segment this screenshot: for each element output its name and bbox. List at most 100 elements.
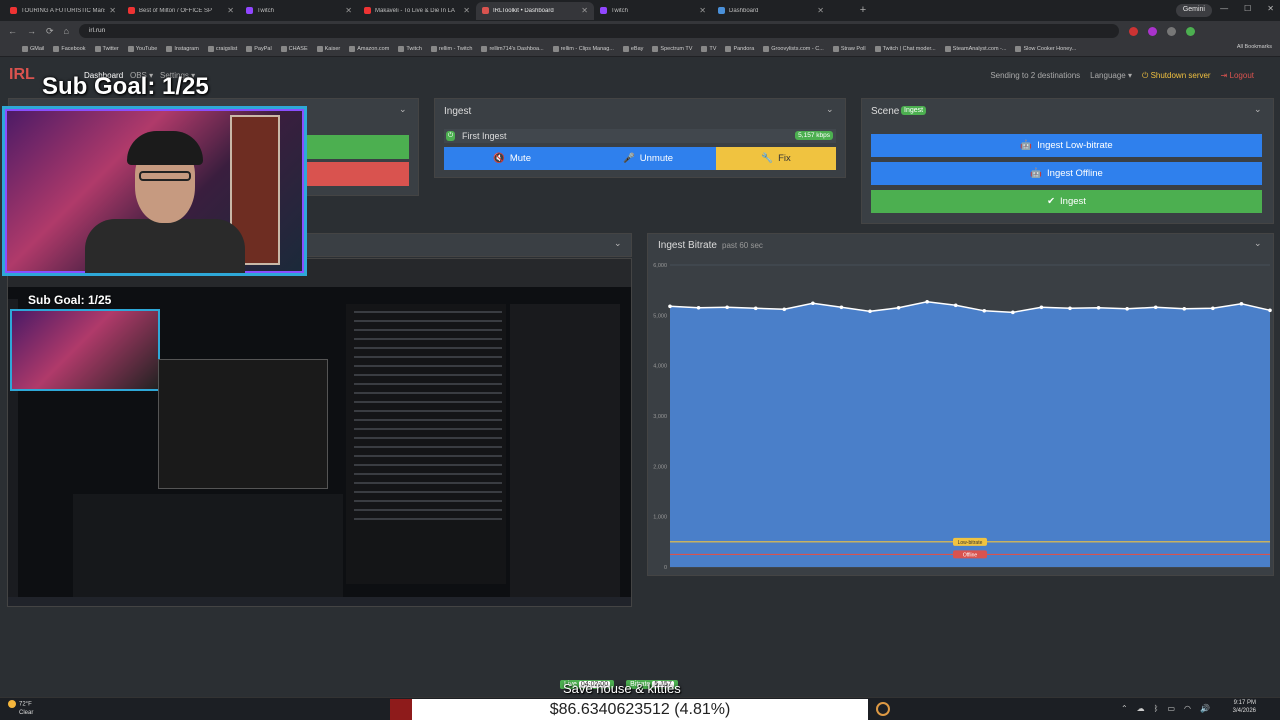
bookmark-item[interactable]: rellim - Twitch xyxy=(430,45,472,52)
bitrate-point xyxy=(1268,308,1272,313)
bookmark-item[interactable]: Kaiser xyxy=(316,45,340,52)
display-icon[interactable]: ▭ xyxy=(1167,704,1175,713)
extension-icon[interactable] xyxy=(1147,26,1157,36)
mute-button[interactable]: 🔇 Mute xyxy=(444,147,580,170)
bookmark-favicon-icon xyxy=(166,45,173,52)
logout-button[interactable]: ⇥ Logout xyxy=(1221,71,1254,81)
bookmark-label: Amazon.com xyxy=(357,45,390,52)
close-icon[interactable]: ✕ xyxy=(1267,4,1274,13)
gemini-button[interactable]: Gemini xyxy=(1175,4,1212,17)
wifi-icon[interactable]: ◠ xyxy=(1184,704,1191,713)
scene-offline-button[interactable]: 🤖 Ingest Offline xyxy=(871,162,1262,185)
new-tab-button[interactable]: + xyxy=(856,3,870,17)
browser-tab[interactable]: TOURING A FUTURISTIC Mansi ✕ xyxy=(4,2,122,20)
tab-close-icon[interactable]: ✕ xyxy=(109,6,116,15)
chevron-down-icon[interactable]: ⌄ xyxy=(399,104,407,115)
fix-button[interactable]: 🔧 Fix xyxy=(716,147,836,170)
maximize-icon[interactable]: ☐ xyxy=(1244,4,1251,13)
bookmark-item[interactable]: Amazon.com xyxy=(349,45,390,52)
home-icon[interactable]: ⌂ xyxy=(64,26,69,36)
bookmark-favicon-icon xyxy=(874,45,881,52)
browser-tab[interactable]: Twitch ✕ xyxy=(240,2,358,20)
bookmark-item[interactable]: CHASE xyxy=(280,45,308,52)
stop-button[interactable] xyxy=(305,162,409,186)
bitrate-point xyxy=(1096,305,1101,310)
bookmark-item[interactable]: TV xyxy=(701,45,716,52)
tab-close-icon[interactable]: ✕ xyxy=(817,6,824,15)
tab-close-icon[interactable]: ✕ xyxy=(227,6,234,15)
chevron-down-icon[interactable]: ⌄ xyxy=(1254,104,1262,115)
extension-icon[interactable] xyxy=(1166,26,1176,36)
url-input[interactable]: irl.run xyxy=(78,24,1119,38)
browser-tab[interactable]: Makaveli - To Live & Die In LA ✕ xyxy=(358,2,476,20)
volume-icon[interactable]: 🔊 xyxy=(1200,704,1210,713)
bookmark-item[interactable]: Spectrum TV xyxy=(652,45,692,52)
bookmark-item[interactable]: rellim - Clips Manag... xyxy=(552,45,614,52)
app-icon[interactable] xyxy=(876,702,890,716)
ingest-source-row: ⏻ First Ingest 5,157 kbps xyxy=(444,129,836,143)
bookmark-item[interactable]: eBay xyxy=(622,45,643,52)
language-dropdown[interactable]: Language ▾ xyxy=(1090,71,1132,81)
bookmark-item[interactable]: Groovylists.com - C... xyxy=(763,45,824,52)
minimize-icon[interactable]: — xyxy=(1220,4,1228,13)
bookmark-favicon-icon xyxy=(701,45,708,52)
bitrate-point xyxy=(1182,306,1187,311)
bookmark-item[interactable]: Straw Poll xyxy=(832,45,866,52)
weather-widget[interactable]: 72°F Clear xyxy=(8,700,33,717)
start-button[interactable] xyxy=(305,135,409,159)
bitrate-point xyxy=(1153,305,1158,310)
bitrate-badge: 5,157 kbps xyxy=(795,131,833,140)
bookmark-item[interactable]: SteamAnalyst.com -... xyxy=(944,45,1007,52)
bookmark-item[interactable]: PayPal xyxy=(246,45,272,52)
bookmark-item[interactable]: rellim714's Dashboa... xyxy=(481,45,544,52)
y-tick-label: 6,000 xyxy=(653,263,667,269)
bookmark-item[interactable]: Twitch xyxy=(398,45,422,52)
tab-favicon-icon xyxy=(246,7,253,14)
bookmark-item[interactable]: Facebook xyxy=(53,45,86,52)
bookmark-item[interactable]: YouTube xyxy=(127,45,157,52)
browser-tab[interactable]: Twitch ✕ xyxy=(594,2,712,20)
tab-close-icon[interactable]: ✕ xyxy=(463,6,470,15)
bookmark-item[interactable]: GMail xyxy=(22,45,44,52)
tab-close-icon[interactable]: ✕ xyxy=(345,6,352,15)
bookmark-item[interactable]: Twitter xyxy=(94,45,119,52)
chevron-up-icon[interactable]: ⌃ xyxy=(1121,704,1128,713)
chevron-down-icon[interactable]: ⌄ xyxy=(826,104,834,115)
tab-favicon-icon xyxy=(364,7,371,14)
chevron-down-icon[interactable]: ⌄ xyxy=(614,238,622,249)
browser-tab[interactable]: Best of Milton / OFFICE SP ✕ xyxy=(122,2,240,20)
scene-ingest-button[interactable]: ✔ Ingest xyxy=(871,190,1262,213)
browser-tab[interactable]: Dashboard ✕ xyxy=(712,2,830,20)
bitrate-point xyxy=(982,309,987,313)
tab-close-icon[interactable]: ✕ xyxy=(581,6,588,15)
bookmark-item[interactable]: Instagram xyxy=(166,45,199,52)
clock[interactable]: 9:17 PM 3/4/2026 xyxy=(1233,699,1256,715)
cloud-icon[interactable]: ☁ xyxy=(1137,704,1145,713)
back-icon[interactable]: ← xyxy=(8,26,17,36)
bitrate-point xyxy=(1039,305,1044,310)
bitrate-area xyxy=(670,301,1270,567)
tab-close-icon[interactable]: ✕ xyxy=(699,6,706,15)
browser-tab[interactable]: IRLToolkit • Dashboard ✕ xyxy=(476,1,594,20)
bookmark-label: Facebook xyxy=(61,45,86,52)
ingest-title: Ingest xyxy=(444,106,472,117)
reload-icon[interactable]: ⟳ xyxy=(46,26,54,37)
bitrate-point xyxy=(1125,306,1129,311)
bookmark-label: Twitch | Chat moder... xyxy=(882,45,936,52)
unmute-button[interactable]: 🎤 Unmute xyxy=(580,147,716,170)
bookmark-item[interactable]: Slow Cooker Honey... xyxy=(1015,45,1076,52)
bookmark-label: PayPal xyxy=(254,45,272,52)
bookmark-item[interactable]: Twitch | Chat moder... xyxy=(874,45,936,52)
chevron-down-icon[interactable]: ⌄ xyxy=(1254,238,1262,249)
bookmark-label: SteamAnalyst.com -... xyxy=(952,45,1007,52)
profile-avatar[interactable] xyxy=(1185,26,1195,36)
shutdown-server-button[interactable]: ⏻ Shutdown server xyxy=(1142,71,1211,81)
all-bookmarks-button[interactable]: All Bookmarks xyxy=(1237,44,1272,50)
bookmark-item[interactable]: Pandora xyxy=(725,45,754,52)
bluetooth-icon[interactable]: ᛒ xyxy=(1154,704,1159,713)
bookmark-favicon-icon xyxy=(430,45,437,52)
forward-icon[interactable]: → xyxy=(27,26,36,36)
scene-low-bitrate-button[interactable]: 🤖 Ingest Low-bitrate xyxy=(871,134,1262,157)
extension-icon[interactable] xyxy=(1128,26,1138,36)
bookmark-item[interactable]: craigslist xyxy=(207,45,237,52)
